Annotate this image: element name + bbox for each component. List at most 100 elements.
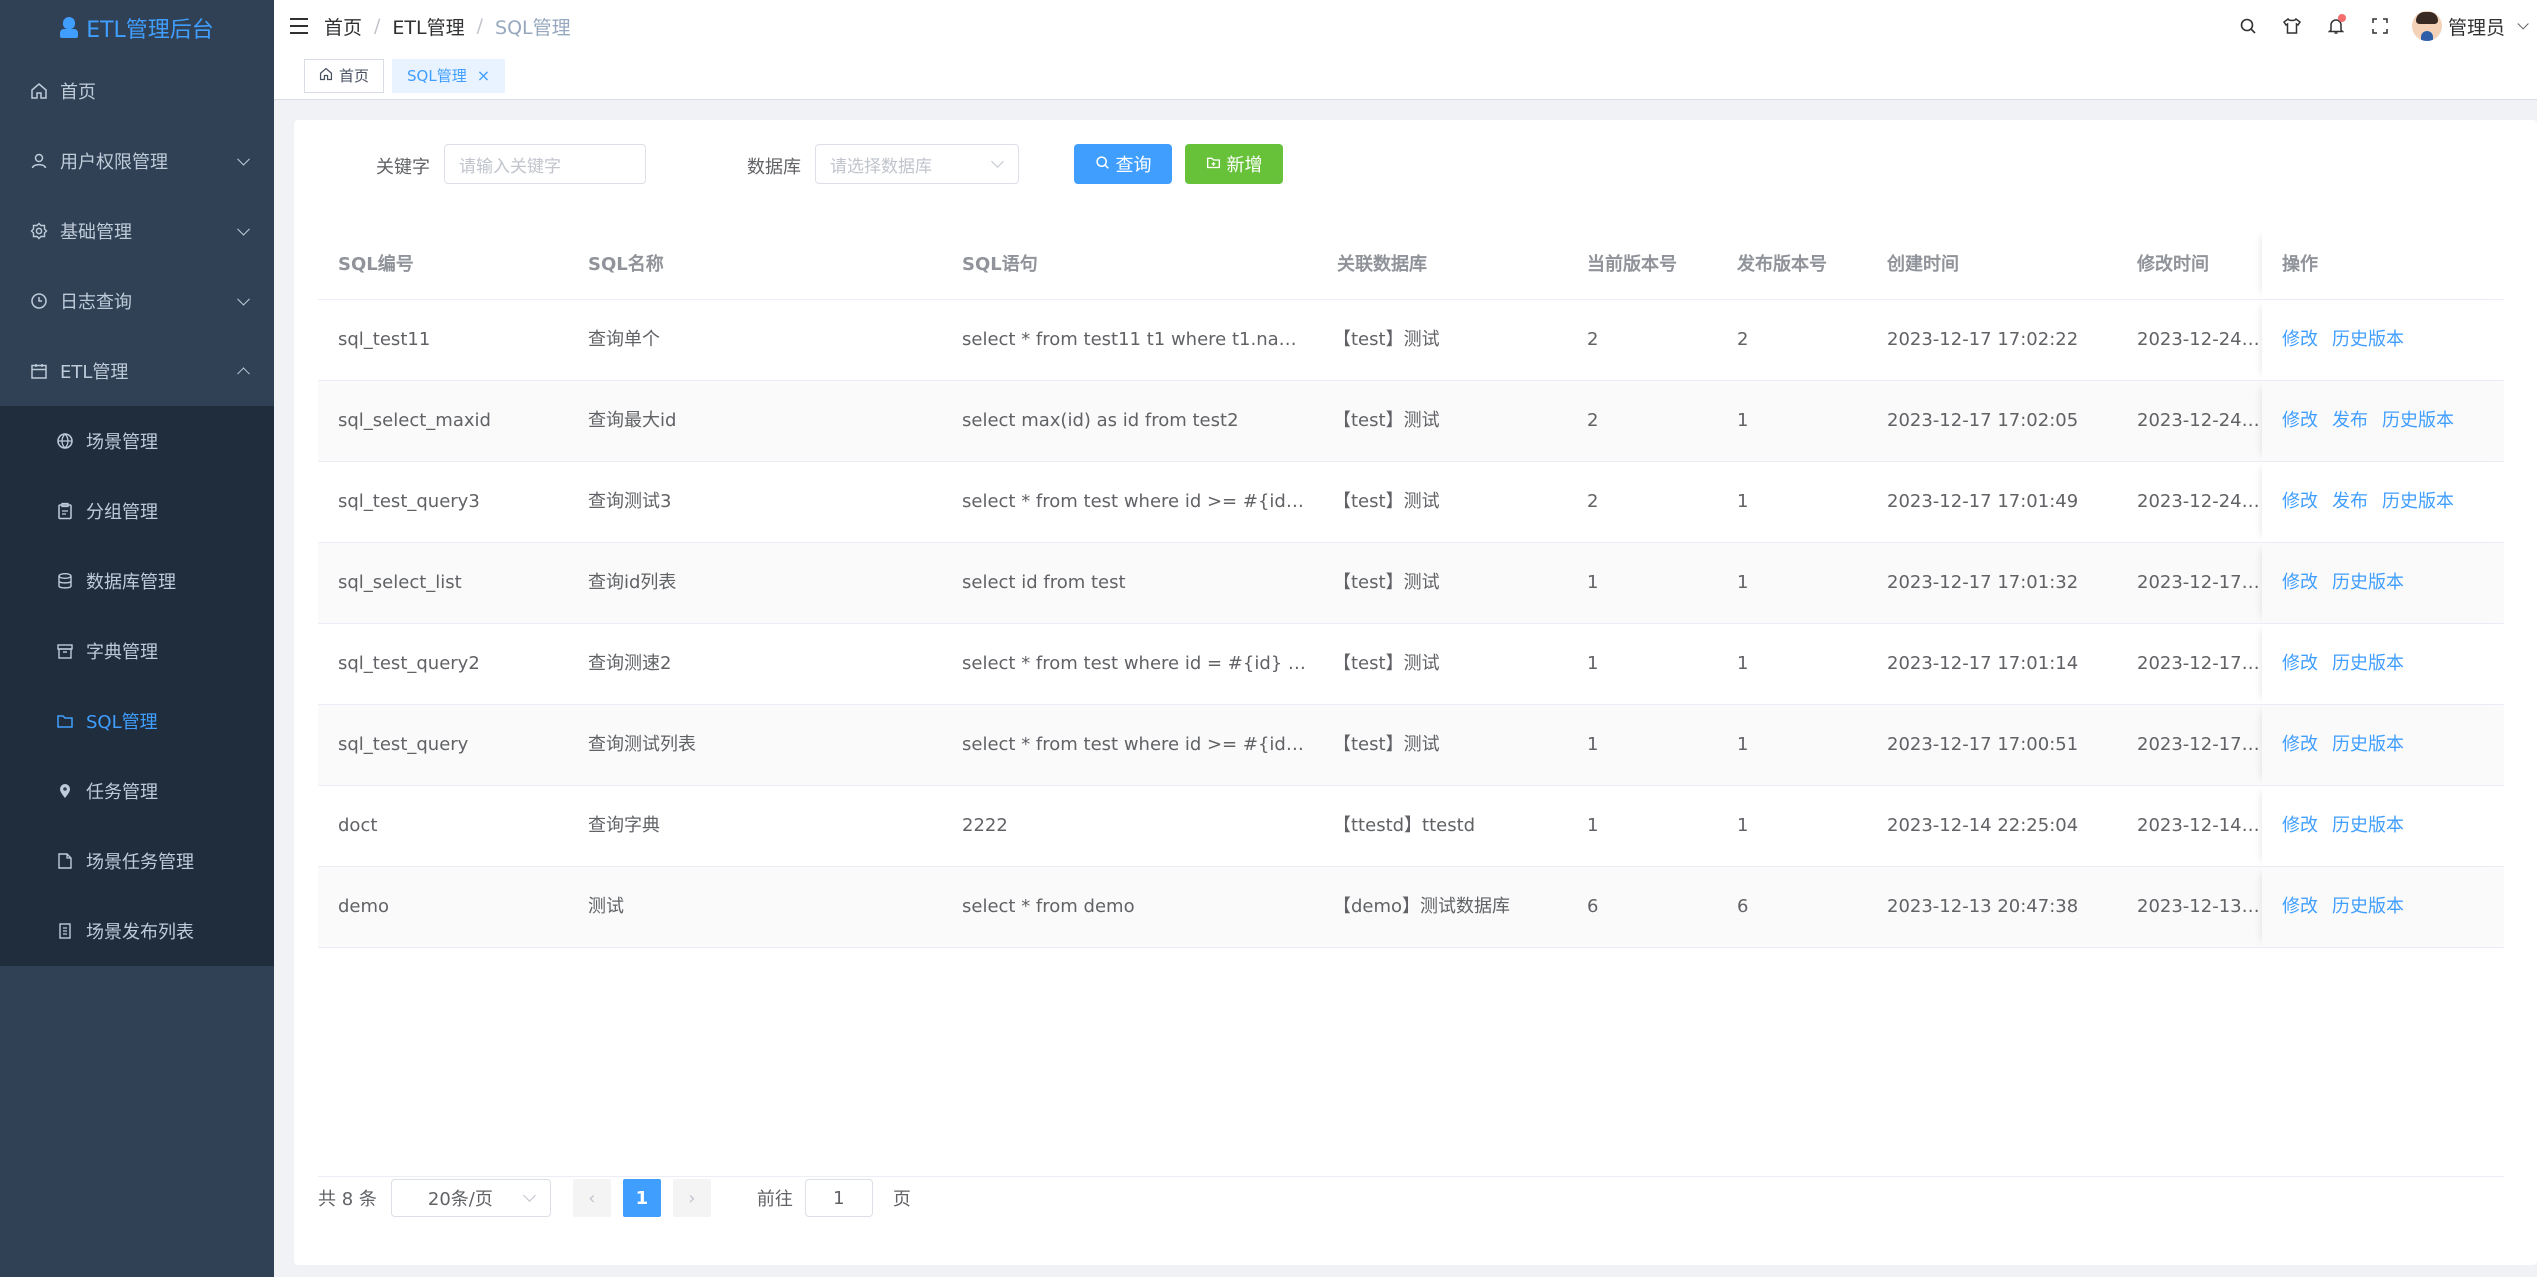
- keyword-input[interactable]: 请输入关键字: [444, 144, 646, 184]
- history-version-link[interactable]: 历史版本: [2332, 653, 2404, 674]
- sidebar-item-basic-management[interactable]: 基础管理: [0, 196, 274, 266]
- edit-link[interactable]: 修改: [2282, 329, 2318, 350]
- add-button[interactable]: 新增: [1185, 144, 1283, 184]
- history-version-link[interactable]: 历史版本: [2332, 896, 2404, 917]
- sidebar-item-label: 任务管理: [86, 782, 158, 803]
- sidebar-item-user-permissions[interactable]: 用户权限管理: [0, 126, 274, 196]
- next-page-button[interactable]: ›: [672, 1179, 711, 1217]
- tag-home[interactable]: 首页: [304, 58, 385, 93]
- chevron-down-icon: [991, 155, 1004, 168]
- query-button[interactable]: 查询: [1074, 144, 1172, 184]
- database-placeholder: 请选择数据库: [830, 156, 932, 177]
- box-icon: [56, 642, 74, 660]
- sidebar-item-etl-management[interactable]: ETL管理: [0, 336, 274, 406]
- shirt-icon[interactable]: [2270, 0, 2314, 52]
- page-size-value: 20条/页: [427, 1189, 493, 1210]
- sidebar-item-scene-management[interactable]: 场景管理: [0, 406, 274, 476]
- edit-link[interactable]: 修改: [2282, 410, 2318, 431]
- cell-database: 【test】测试: [1333, 653, 1440, 674]
- history-version-link[interactable]: 历史版本: [2382, 410, 2454, 431]
- breadcrumb-home[interactable]: 首页: [324, 13, 362, 40]
- cell-name: 查询测试列表: [588, 734, 696, 755]
- sidebar-item-label: 场景发布列表: [86, 922, 194, 943]
- bell-icon[interactable]: [2314, 0, 2358, 52]
- cell-publish-version: 1: [1737, 491, 1749, 512]
- app-title: ETL管理后台: [86, 18, 214, 43]
- cell-publish-version: 1: [1737, 734, 1749, 755]
- cell-current-version: 1: [1587, 815, 1599, 836]
- cell-sql: select * from test where id >= #{id} and…: [962, 734, 1312, 755]
- table-bottom-divider: [318, 1176, 2504, 1177]
- edit-link[interactable]: 修改: [2282, 734, 2318, 755]
- cell-database: 【test】测试: [1333, 329, 1440, 350]
- gear-icon: [30, 222, 48, 240]
- breadcrumb-etl[interactable]: ETL管理: [392, 13, 464, 40]
- sidebar-item-scene-publish-list[interactable]: 场景发布列表: [0, 896, 274, 966]
- close-icon[interactable]: ×: [477, 66, 490, 85]
- cell-modified-time: 2023-12-17 17:01: [2137, 653, 2262, 674]
- cell-code: sql_test_query3: [338, 491, 480, 512]
- publish-link[interactable]: 发布: [2332, 491, 2368, 512]
- page-size-select[interactable]: 20条/页: [390, 1179, 551, 1217]
- sidebar-item-scene-task-management[interactable]: 场景任务管理: [0, 826, 274, 896]
- globe-icon: [56, 432, 74, 450]
- edit-link[interactable]: 修改: [2282, 815, 2318, 836]
- cell-name: 查询单个: [588, 329, 660, 350]
- chevron-down-icon: [237, 222, 250, 236]
- cell-modified-time: 2023-12-24 22:09: [2137, 410, 2262, 431]
- operations-links: 修改 历史版本: [2282, 300, 2504, 380]
- cell-name: 测试: [588, 896, 624, 917]
- sidebar-item-home[interactable]: 首页: [0, 56, 274, 126]
- sidebar-item-sql-management[interactable]: SQL管理: [0, 686, 274, 756]
- sidebar-item-group-management[interactable]: 分组管理: [0, 476, 274, 546]
- top-navbar: 首页 / ETL管理 / SQL管理 管理员: [274, 0, 2537, 52]
- publish-link[interactable]: 发布: [2332, 410, 2368, 431]
- table-row: sql_test_query2 查询测速2 select * from test w…: [318, 624, 2504, 705]
- add-button-label: 新增: [1226, 155, 1263, 176]
- history-version-link[interactable]: 历史版本: [2332, 329, 2404, 350]
- edit-link[interactable]: 修改: [2282, 491, 2318, 512]
- cell-code: sql_select_list: [338, 572, 462, 593]
- history-version-link[interactable]: 历史版本: [2332, 815, 2404, 836]
- cell-database: 【demo】测试数据库: [1333, 896, 1511, 917]
- sidebar-item-log-query[interactable]: 日志查询: [0, 266, 274, 336]
- avatar: [2411, 11, 2442, 41]
- document-icon: [56, 852, 74, 870]
- sidebar-item-database-management[interactable]: 数据库管理: [0, 546, 274, 616]
- app-logo[interactable]: ETL管理后台: [0, 0, 274, 56]
- fullscreen-icon[interactable]: [2358, 0, 2402, 52]
- edit-link[interactable]: 修改: [2282, 572, 2318, 593]
- edit-link[interactable]: 修改: [2282, 896, 2318, 917]
- chevron-down-icon: [2517, 18, 2529, 30]
- tag-sql-management[interactable]: SQL管理 ×: [392, 58, 506, 93]
- user-menu[interactable]: 管理员: [2411, 11, 2529, 41]
- operations-cell: 修改 历史版本: [2262, 543, 2504, 623]
- cell-sql: select id from test: [962, 572, 1126, 593]
- sidebar-item-label: 场景任务管理: [86, 852, 194, 873]
- sidebar-item-label: 日志查询: [60, 292, 132, 313]
- sidebar-item-dictionary-management[interactable]: 字典管理: [0, 616, 274, 686]
- sidebar-item-label: ETL管理: [60, 362, 129, 383]
- table-row: sql_test_query 查询测试列表 select * from test w…: [318, 705, 2504, 786]
- history-version-link[interactable]: 历史版本: [2332, 734, 2404, 755]
- search-icon[interactable]: [2226, 0, 2270, 52]
- cell-publish-version: 2: [1737, 329, 1749, 350]
- goto-page-input[interactable]: 1: [804, 1179, 873, 1217]
- database-select[interactable]: 请选择数据库: [815, 144, 1019, 184]
- cell-current-version: 1: [1587, 653, 1599, 674]
- sidebar-item-label: 首页: [60, 82, 96, 103]
- hamburger-menu-icon[interactable]: [290, 18, 308, 34]
- sidebar-item-label: SQL管理: [86, 712, 158, 733]
- database-icon: [56, 572, 74, 590]
- history-version-link[interactable]: 历史版本: [2382, 491, 2454, 512]
- prev-page-button[interactable]: ‹: [572, 1179, 611, 1217]
- page-number-button[interactable]: 1: [622, 1179, 661, 1217]
- cell-modified-time: 2023-12-24 21:08: [2137, 329, 2262, 350]
- cell-name: 查询最大id: [588, 410, 677, 431]
- cell-code: sql_select_maxid: [338, 410, 491, 431]
- history-version-link[interactable]: 历史版本: [2332, 572, 2404, 593]
- edit-link[interactable]: 修改: [2282, 653, 2318, 674]
- operations-cell: 修改 历史版本: [2262, 786, 2504, 866]
- cell-code: sql_test11: [338, 329, 431, 350]
- sidebar-item-task-management[interactable]: 任务管理: [0, 756, 274, 826]
